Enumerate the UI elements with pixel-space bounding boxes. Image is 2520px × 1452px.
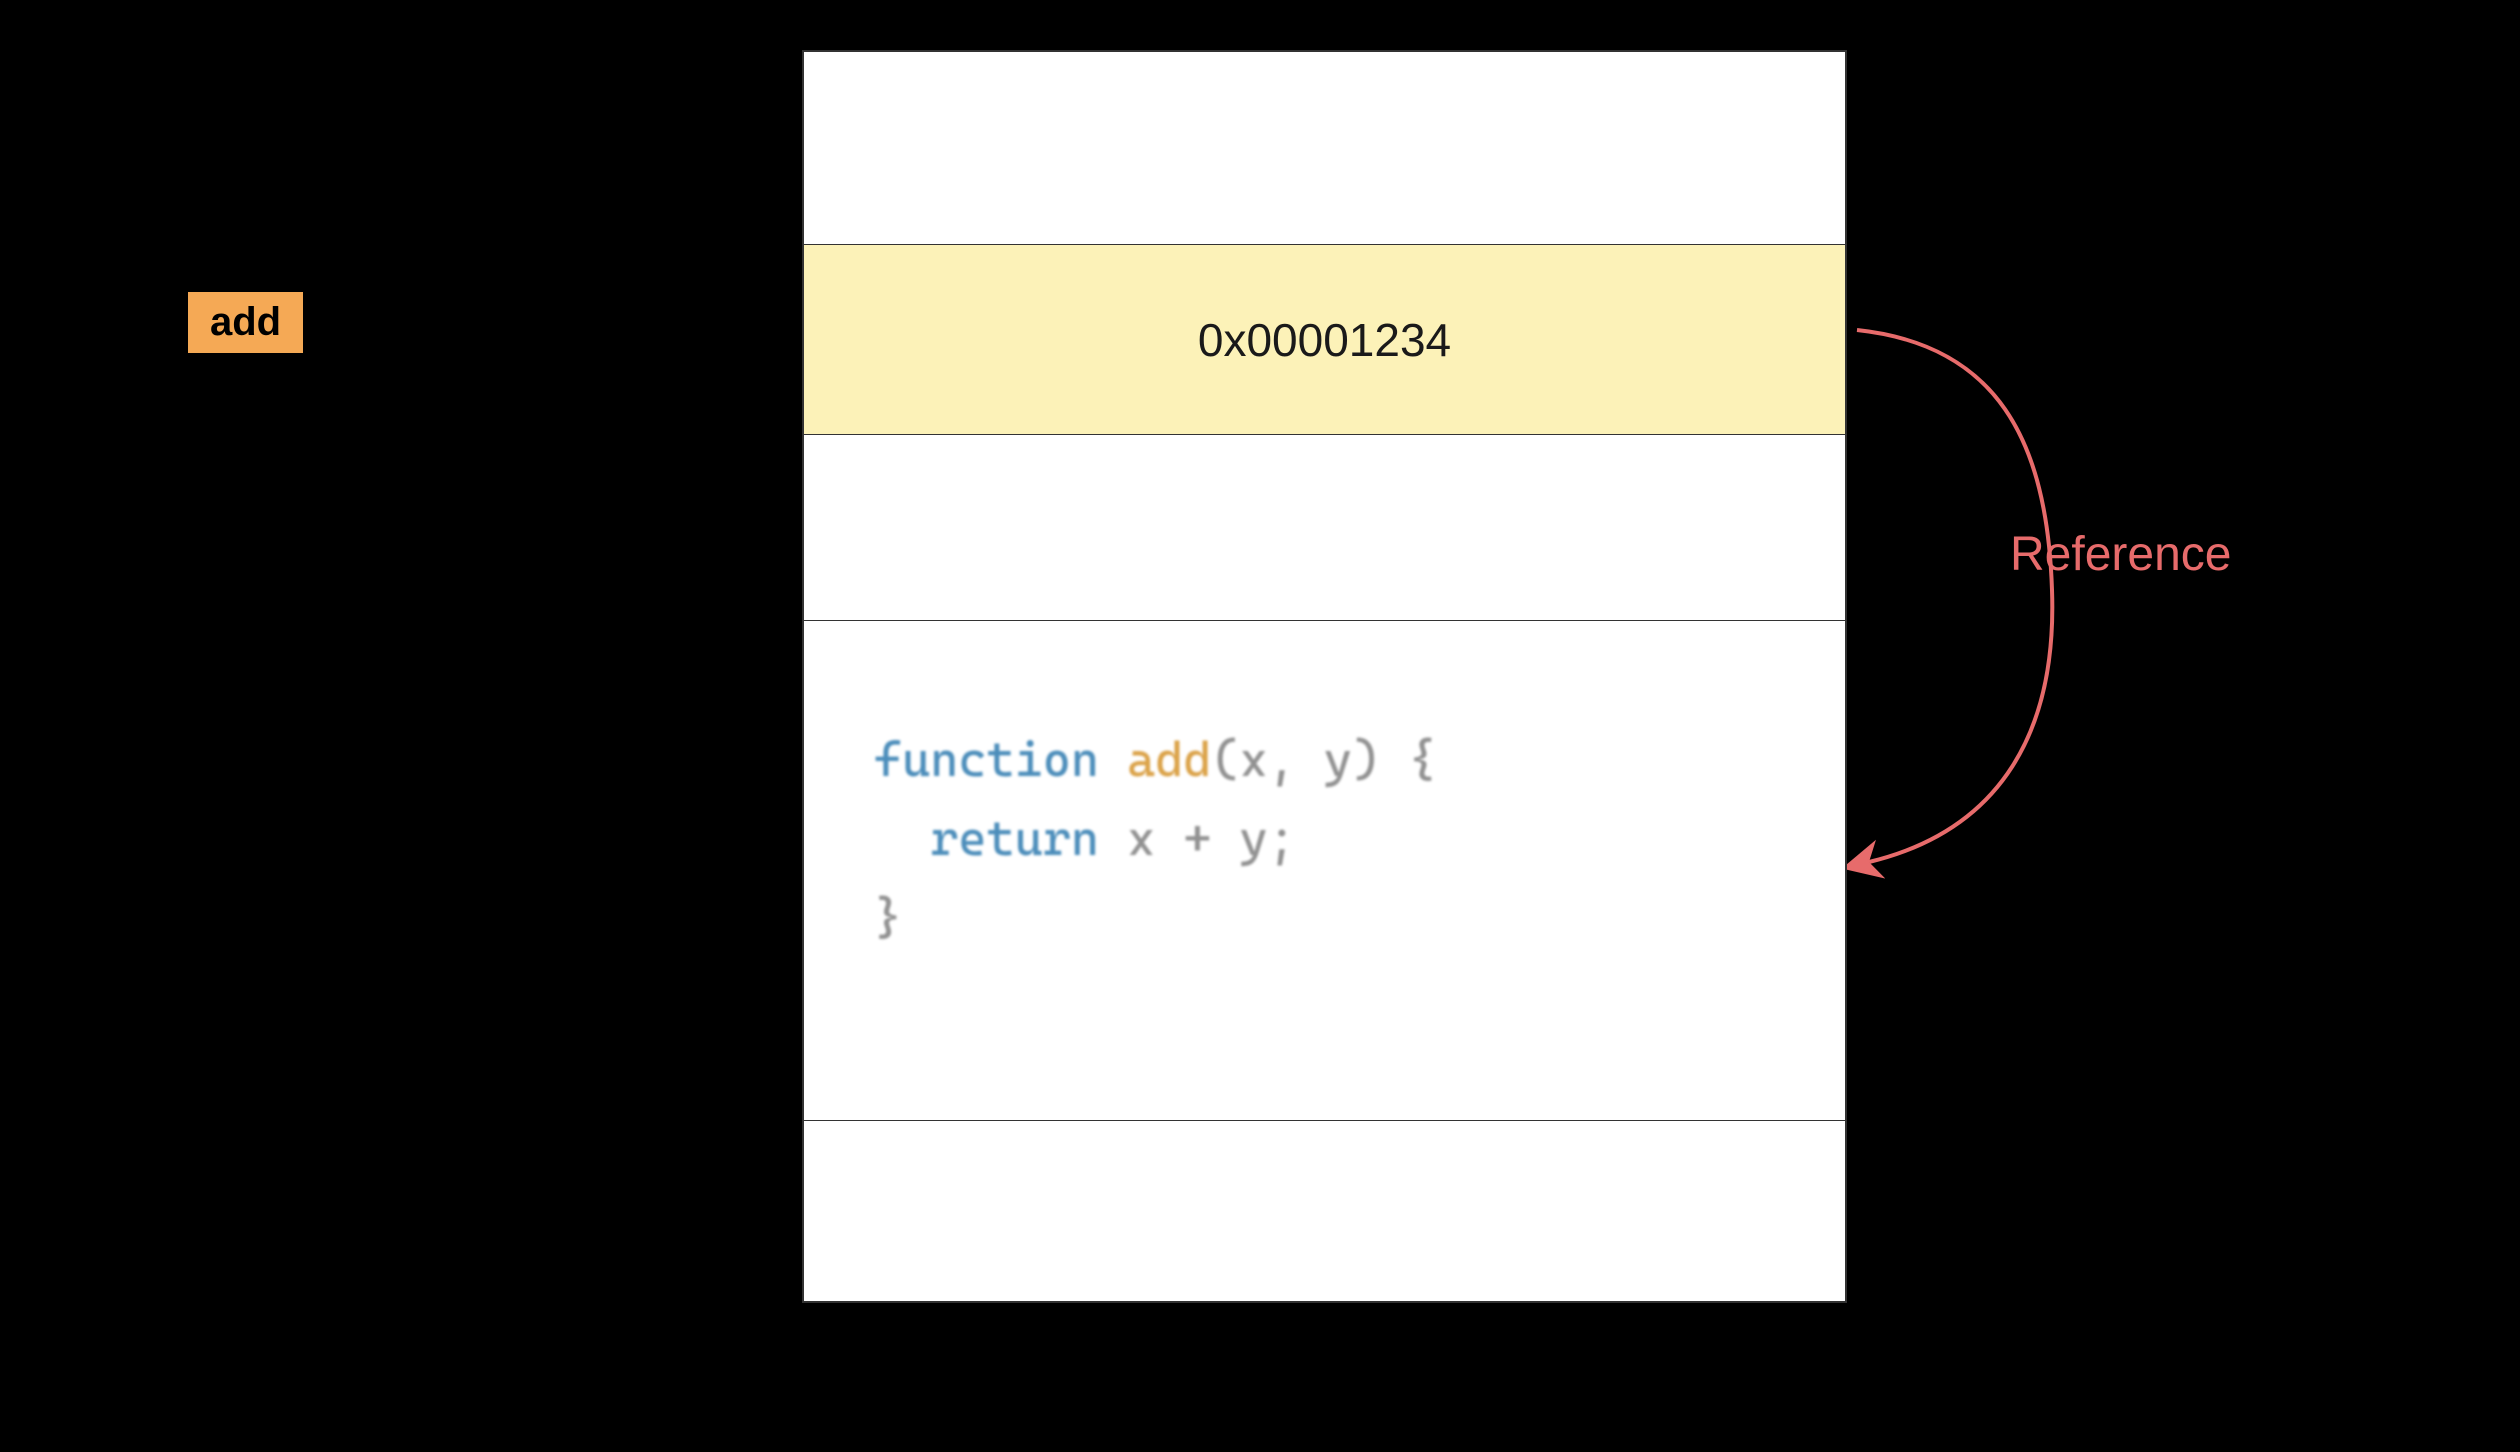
function-name: add [1127, 732, 1211, 788]
memory-address-value: 0x00001234 [1198, 313, 1451, 367]
reference-arrow [1847, 310, 2127, 890]
keyword-function: function [874, 732, 1099, 788]
keyword-return: return [930, 811, 1099, 867]
params-open: (x, y) { [1212, 732, 1437, 788]
variable-name-label: add [210, 300, 281, 344]
function-code-block: function add(x, y) { return x + y; } [874, 721, 1437, 959]
memory-cell-empty [804, 52, 1845, 245]
memory-table: 0x00001234 function add(x, y) { return x… [802, 50, 1847, 1303]
memory-cell-address: 0x00001234 [804, 245, 1845, 435]
reference-annotation: Reference [2010, 527, 2231, 582]
memory-cell-code: function add(x, y) { return x + y; } [804, 621, 1845, 1121]
close-brace: } [874, 890, 902, 946]
memory-cell-empty-bottom [804, 1121, 1845, 1301]
reference-label-text: Reference [2010, 528, 2231, 581]
return-body: x + y; [1099, 811, 1296, 867]
memory-cell-gap [804, 435, 1845, 621]
variable-badge: add [185, 289, 306, 356]
